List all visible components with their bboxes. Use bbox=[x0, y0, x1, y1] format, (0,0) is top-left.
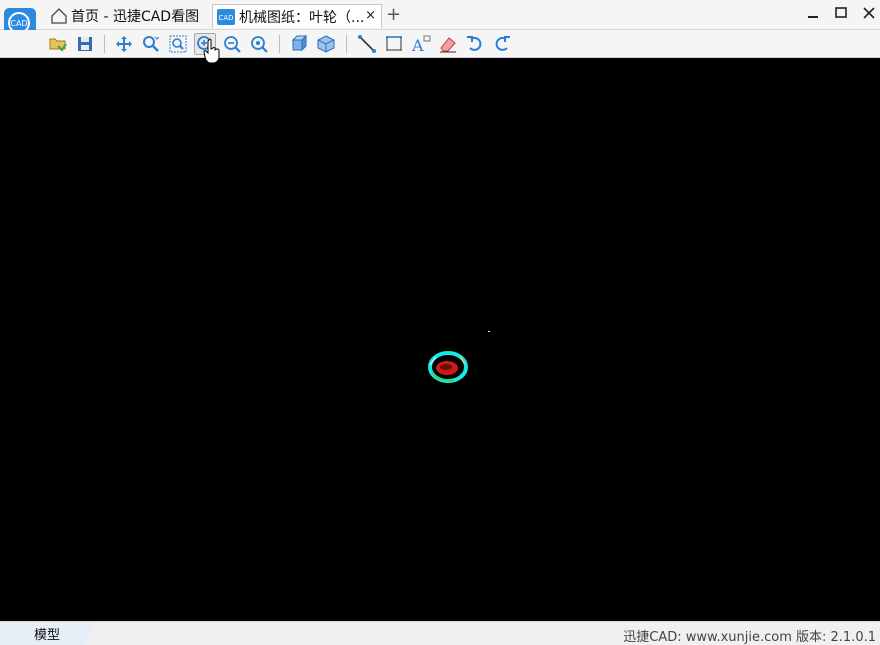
window-controls bbox=[806, 6, 876, 20]
cad-document-icon: CAD bbox=[217, 8, 235, 25]
new-tab-button[interactable]: + bbox=[386, 4, 401, 25]
cube-orbit-icon[interactable] bbox=[315, 33, 337, 55]
tab-home[interactable]: 首页 - 迅捷CAD看图 bbox=[46, 4, 206, 28]
close-window-icon[interactable] bbox=[862, 6, 876, 20]
close-tab-icon[interactable]: × bbox=[365, 8, 376, 23]
folder-open-icon[interactable] bbox=[47, 33, 69, 55]
cube-icon[interactable] bbox=[288, 33, 310, 55]
zoom-out-icon[interactable] bbox=[221, 33, 243, 55]
tab-doc-label: 机械图纸：叶轮（... bbox=[239, 9, 365, 26]
model-tab-label: 模型 bbox=[34, 628, 61, 643]
toolbar-separator bbox=[346, 35, 347, 53]
minimize-icon[interactable] bbox=[806, 6, 820, 20]
title-bar: CAD 首页 - 迅捷CAD看图 CAD 机械图纸：叶轮（... × + bbox=[0, 0, 880, 40]
zoom-extents-icon[interactable] bbox=[248, 33, 270, 55]
zoom-realtime-icon[interactable] bbox=[140, 33, 162, 55]
hand-cursor-icon bbox=[202, 38, 222, 64]
toolbar-separator bbox=[279, 35, 280, 53]
home-icon bbox=[50, 7, 68, 25]
toolbar-separator bbox=[104, 35, 105, 53]
redo-icon[interactable] bbox=[491, 33, 513, 55]
pan-icon[interactable] bbox=[113, 33, 135, 55]
tab-home-label: 首页 - 迅捷CAD看图 bbox=[71, 9, 200, 25]
drawing-point bbox=[488, 331, 490, 332]
app-logo-text: CAD bbox=[10, 19, 27, 28]
cad-drawing bbox=[428, 331, 490, 383]
text-icon[interactable]: A bbox=[410, 33, 432, 55]
undo-icon[interactable] bbox=[464, 33, 486, 55]
svg-text:A: A bbox=[411, 36, 424, 55]
zoom-window-icon[interactable] bbox=[167, 33, 189, 55]
tab-model[interactable]: 模型 bbox=[0, 622, 96, 645]
status-info: 迅捷CAD: www.xunjie.com 版本: 2.1.0.1 bbox=[623, 630, 876, 645]
toolbar: A bbox=[0, 30, 880, 58]
save-icon[interactable] bbox=[74, 33, 96, 55]
measure-line-icon[interactable] bbox=[356, 33, 378, 55]
drawing-canvas[interactable] bbox=[0, 58, 880, 621]
eraser-icon[interactable] bbox=[437, 33, 459, 55]
dimension-icon[interactable] bbox=[383, 33, 405, 55]
svg-text:CAD: CAD bbox=[218, 14, 233, 22]
status-bar: 模型 迅捷CAD: www.xunjie.com 版本: 2.1.0.1 bbox=[0, 621, 880, 645]
tab-cad-document[interactable]: CAD 机械图纸：叶轮（... × bbox=[212, 4, 382, 28]
maximize-icon[interactable] bbox=[834, 6, 848, 20]
impeller-drawing bbox=[428, 351, 468, 383]
